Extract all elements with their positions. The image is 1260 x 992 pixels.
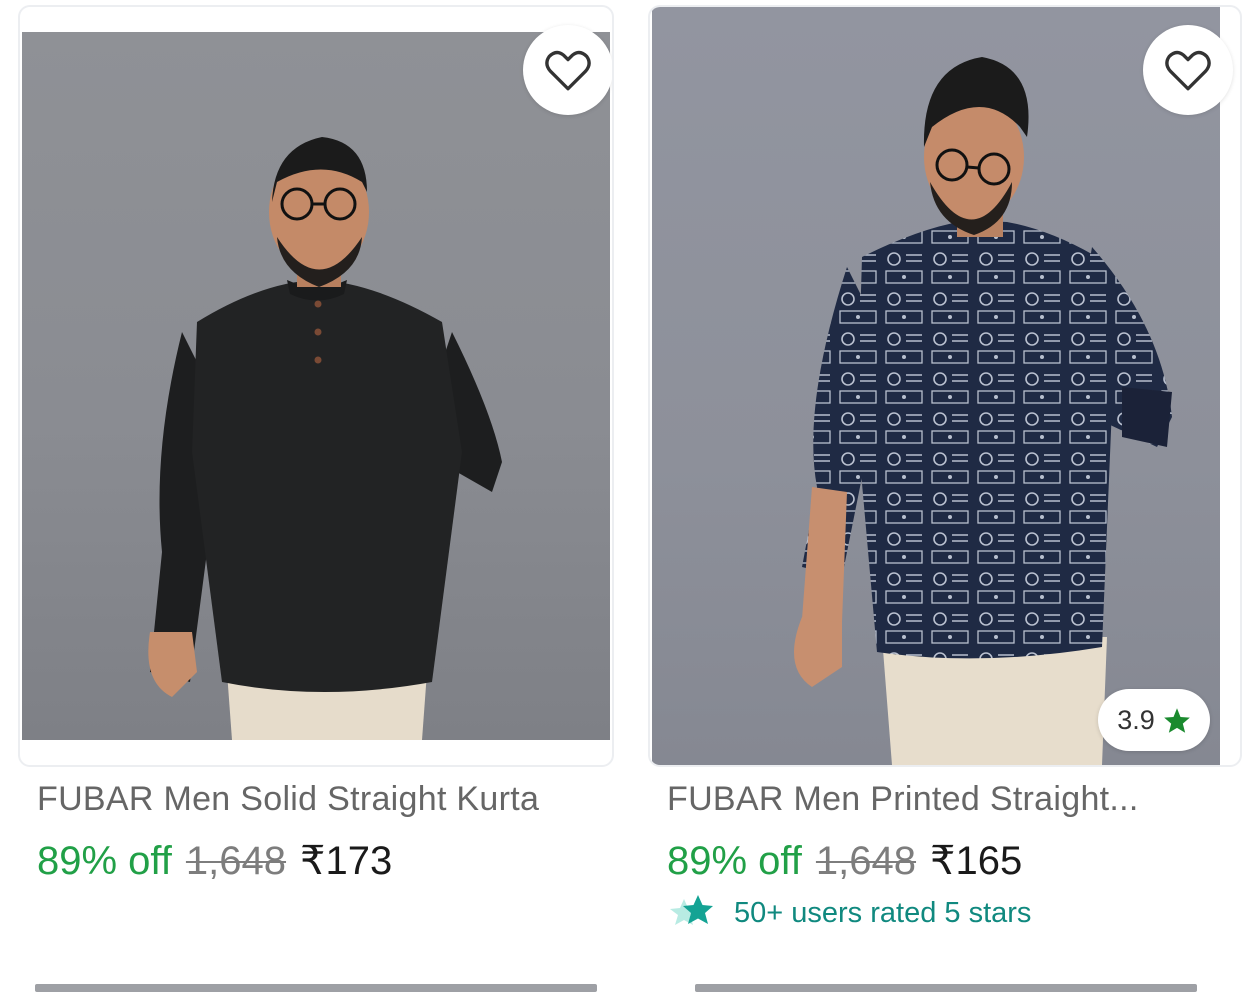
model-black-kurta-illustration bbox=[148, 137, 502, 740]
wishlist-button[interactable] bbox=[1143, 25, 1233, 115]
product-image[interactable] bbox=[652, 7, 1220, 765]
discount-label: 89% off bbox=[667, 839, 802, 883]
product-title[interactable]: FUBAR Men Printed Straight... bbox=[667, 780, 1139, 819]
original-price: 1,648 bbox=[815, 839, 917, 883]
product-title[interactable]: FUBAR Men Solid Straight Kurta bbox=[37, 780, 539, 819]
price-row: 89% off 1,648 ₹165 bbox=[667, 838, 1022, 884]
next-product-image-edge bbox=[695, 984, 1197, 992]
model-printed-kurta-illustration bbox=[794, 57, 1172, 765]
star-icon bbox=[1163, 707, 1190, 733]
heart-outline-icon bbox=[545, 50, 591, 91]
product-image[interactable] bbox=[22, 32, 610, 740]
product-card[interactable]: 3.9 FUBAR Men Printed Straight... 89% of… bbox=[640, 0, 1260, 992]
price-row: 89% off 1,648 ₹173 bbox=[37, 838, 392, 884]
original-price: 1,648 bbox=[185, 839, 287, 883]
rating-pill: 3.9 bbox=[1098, 689, 1210, 751]
product-image-frame[interactable] bbox=[18, 5, 614, 767]
sparkle-star-icon bbox=[670, 895, 713, 925]
product-image-frame[interactable]: 3.9 bbox=[648, 5, 1242, 767]
rating-value: 3.9 bbox=[1117, 704, 1155, 735]
product-card[interactable]: FUBAR Men Solid Straight Kurta 89% off 1… bbox=[0, 0, 620, 992]
sale-price: ₹165 bbox=[930, 839, 1023, 883]
badge-text: 50+ users rated 5 stars bbox=[734, 896, 1032, 929]
top-rated-badge: 50+ users rated 5 stars bbox=[668, 893, 1031, 933]
heart-outline-icon bbox=[1165, 50, 1211, 91]
discount-label: 89% off bbox=[37, 839, 172, 883]
sale-price: ₹173 bbox=[300, 839, 393, 883]
next-product-image-edge bbox=[35, 984, 597, 992]
wishlist-button[interactable] bbox=[523, 25, 612, 115]
